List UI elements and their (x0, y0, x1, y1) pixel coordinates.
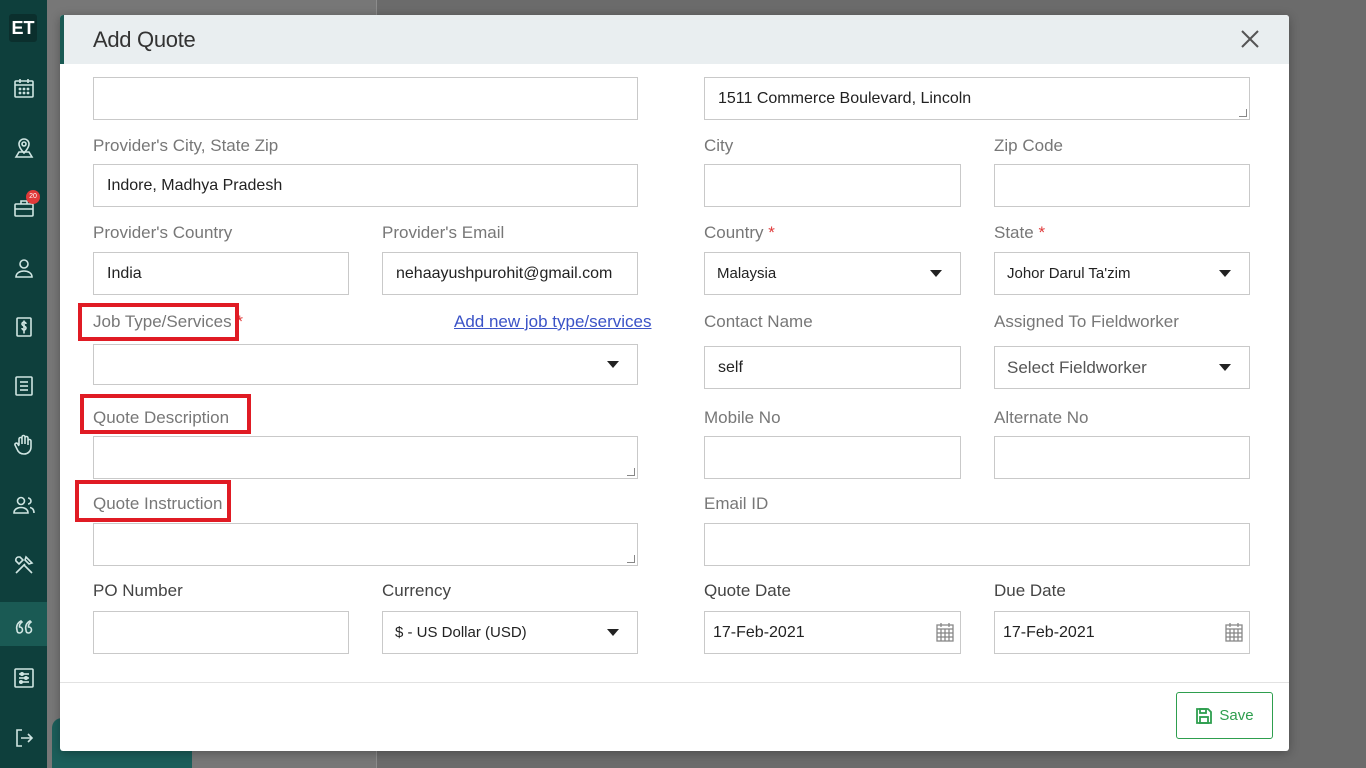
quote-icon[interactable] (0, 602, 47, 646)
quote-date-field[interactable]: 17-Feb-2021 (704, 611, 961, 654)
provider-email-field[interactable]: nehaayushpurohit@gmail.com (382, 252, 638, 295)
provider-city-state-zip-label: Provider's City, State Zip (93, 136, 279, 155)
chevron-down-icon (930, 270, 942, 277)
country-value: Malaysia (717, 265, 777, 282)
country-label-text: Country (704, 223, 764, 242)
country-select[interactable]: Malaysia (704, 252, 961, 295)
due-date-label: Due Date (994, 581, 1066, 600)
chevron-down-icon (607, 361, 619, 368)
logout-icon[interactable] (0, 716, 47, 760)
chevron-down-icon (1219, 364, 1231, 371)
hand-icon[interactable] (0, 423, 47, 467)
address-field[interactable]: 1511 Commerce Boulevard, Lincoln (704, 77, 1250, 120)
modal-title: Add Quote (93, 27, 196, 52)
mobile-no-field[interactable] (704, 436, 961, 479)
sliders-icon[interactable] (0, 656, 47, 700)
users-icon[interactable] (0, 483, 47, 527)
dollar-icon[interactable] (0, 305, 47, 349)
assigned-fieldworker-value: Select Fieldworker (1007, 357, 1147, 377)
zip-code-field[interactable] (994, 164, 1250, 207)
provider-country-field[interactable]: India (93, 252, 349, 295)
save-button[interactable]: Save (1176, 692, 1273, 739)
chevron-down-icon (607, 629, 619, 636)
alternate-no-label: Alternate No (994, 408, 1089, 427)
map-pin-icon[interactable] (0, 126, 47, 170)
modal-header: Add Quote (60, 15, 1289, 64)
highlight-box (75, 480, 231, 522)
calendar-icon[interactable] (936, 622, 954, 642)
city-field[interactable] (704, 164, 961, 207)
close-button[interactable] (1239, 28, 1261, 50)
state-select[interactable]: Johor Darul Ta'zim (994, 252, 1250, 295)
currency-value: $ - US Dollar (USD) (395, 624, 527, 641)
provider-city-state-zip-field[interactable]: Indore, Madhya Pradesh (93, 164, 638, 207)
po-number-field[interactable] (93, 611, 349, 654)
currency-label: Currency (382, 581, 451, 600)
required-marker: * (1038, 223, 1046, 242)
footer-divider (60, 682, 1289, 683)
email-id-label: Email ID (704, 494, 769, 513)
chevron-down-icon (1219, 270, 1231, 277)
provider-country-label: Provider's Country (93, 223, 233, 242)
email-id-field[interactable] (704, 523, 1250, 566)
form-body: 1511 Commerce Boulevard, Lincoln Provide… (60, 64, 1289, 682)
list-icon[interactable] (0, 364, 47, 408)
highlight-box (78, 303, 239, 341)
quote-date-value: 17-Feb-2021 (713, 623, 805, 641)
briefcase-icon[interactable]: 20 (0, 186, 47, 230)
tools-icon[interactable] (0, 543, 47, 587)
contact-name-label: Contact Name (704, 312, 813, 331)
provider-address-field[interactable] (93, 77, 638, 120)
quote-description-field[interactable] (93, 436, 638, 479)
mobile-no-label: Mobile No (704, 408, 781, 427)
add-quote-modal: Add Quote 1511 Commerce Boulevard, Linco… (60, 15, 1289, 751)
user-icon[interactable] (0, 246, 47, 290)
due-date-value: 17-Feb-2021 (1003, 623, 1095, 641)
app-logo[interactable]: ET (9, 14, 37, 42)
required-marker: * (768, 223, 775, 242)
quote-instruction-field[interactable] (93, 523, 638, 566)
highlight-box (80, 394, 251, 434)
city-label: City (704, 136, 734, 155)
state-value: Johor Darul Ta'zim (1007, 265, 1131, 282)
zip-code-label: Zip Code (994, 136, 1063, 155)
due-date-field[interactable]: 17-Feb-2021 (994, 611, 1250, 654)
calendar-icon[interactable] (0, 66, 47, 110)
country-label: Country * (704, 223, 775, 243)
quote-date-label: Quote Date (704, 581, 791, 600)
job-type-select[interactable] (93, 344, 638, 385)
po-number-label: PO Number (93, 581, 183, 600)
contact-name-field[interactable]: self (704, 346, 961, 389)
state-label: State * (994, 223, 1045, 243)
alternate-no-field[interactable] (994, 436, 1250, 479)
address-value: 1511 Commerce Boulevard, Lincoln (718, 89, 972, 107)
currency-select[interactable]: $ - US Dollar (USD) (382, 611, 638, 654)
assigned-fieldworker-label: Assigned To Fieldworker (994, 312, 1179, 331)
save-button-label: Save (1219, 707, 1254, 724)
add-job-type-link[interactable]: Add new job type/services (454, 312, 652, 332)
calendar-icon[interactable] (1225, 622, 1243, 642)
assigned-fieldworker-select[interactable]: Select Fieldworker (994, 346, 1250, 389)
save-icon (1196, 707, 1213, 724)
notification-badge: 20 (26, 190, 40, 204)
state-label-text: State (994, 223, 1034, 242)
sidebar: ET 20 (0, 0, 47, 768)
provider-email-label: Provider's Email (382, 223, 505, 242)
close-icon (1241, 30, 1259, 48)
